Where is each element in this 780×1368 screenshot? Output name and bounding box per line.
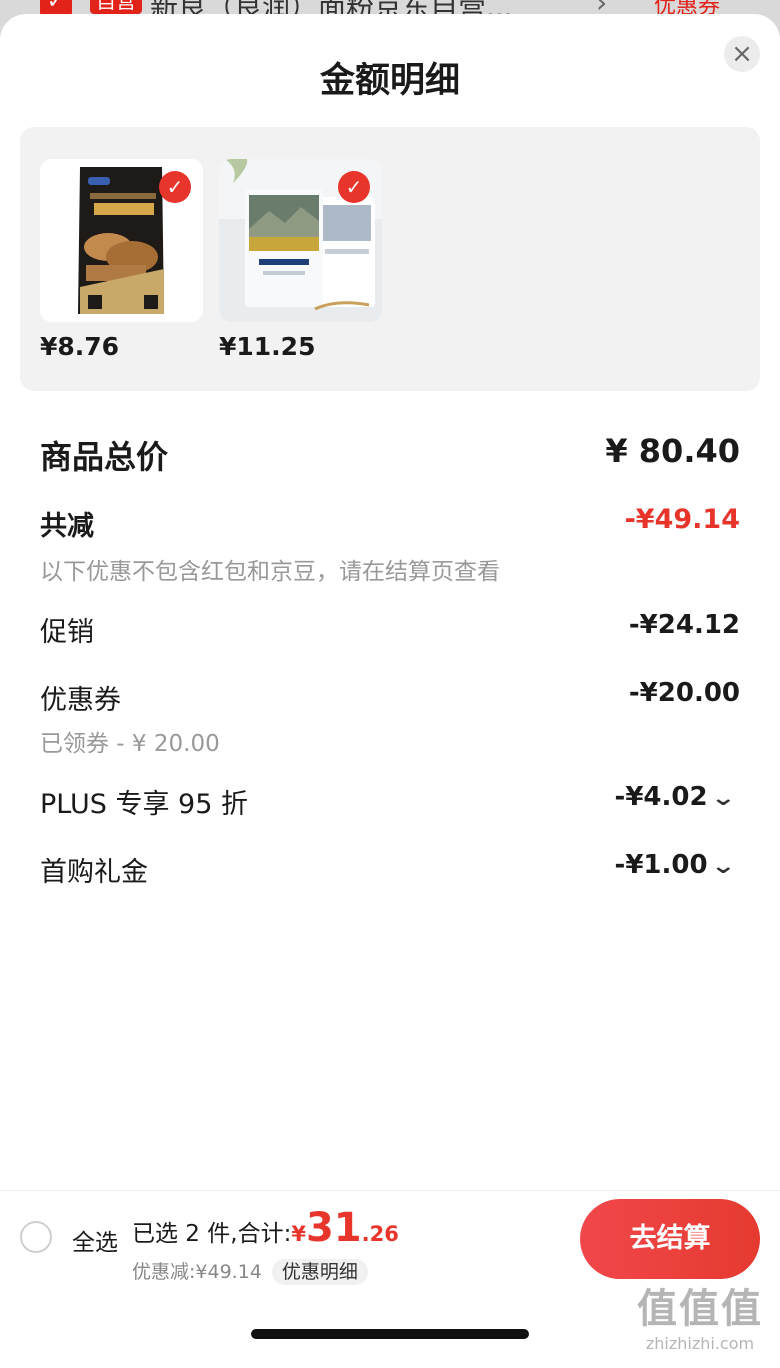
product-price: ¥8.76 [40,332,120,361]
discount-text: 优惠减:¥49.14 [132,1261,262,1283]
goods-total-label: 商品总价 [40,438,169,476]
goods-total-row: 商品总价 ¥ 80.40 [40,432,740,476]
home-indicator [251,1329,529,1339]
coupon-label: 优惠券 [40,685,121,716]
product-image: ✓ [219,159,382,322]
coupon-row: 优惠券 -¥20.00 [40,678,740,716]
checkout-button[interactable]: 去结算 [580,1199,760,1279]
goods-total-value: ¥ 80.40 [605,432,740,470]
discount-summary: 优惠减:¥49.14 优惠明细 [132,1257,368,1285]
select-all-label[interactable]: 全选 [72,1223,118,1257]
selected-check-icon[interactable]: ✓ [338,171,370,203]
product-card[interactable]: ✓ ¥8.76 [40,159,203,361]
watermark-url: zhizhizhi.com [645,1334,755,1353]
site-watermark: 值值值 zhizhizhi.com [630,1284,770,1364]
selected-count-text: 已选 2 件,合计: [132,1221,292,1247]
backdrop-self-operated-badge: 自营 [90,0,142,14]
total-amount-integer: 31 [305,1205,362,1251]
total-reduction-value: -¥49.14 [624,504,740,535]
total-reduction-label: 共减 [40,511,94,542]
promotion-label: 促销 [40,617,94,648]
chevron-down-icon[interactable]: ⌄ [710,786,736,811]
first-purchase-label: 首购礼金 [40,857,148,888]
plus-discount-value-wrap: -¥4.02 ⌄ [614,782,736,812]
discount-disclaimer: 以下优惠不包含红包和京豆，请在结算页查看 [40,559,500,585]
product-price: ¥11.25 [219,332,316,361]
first-purchase-row[interactable]: 首购礼金 -¥1.00 ⌄ [40,850,740,888]
close-icon: × [731,39,753,69]
select-all-radio[interactable] [20,1221,52,1253]
selected-summary: 已选 2 件,合计:¥31.26 [132,1205,399,1251]
selected-products-panel: ✓ ¥8.76 ✓ ¥11.25 [20,127,760,391]
close-button[interactable]: × [724,36,760,72]
plus-discount-row[interactable]: PLUS 专享 95 折 -¥4.02 ⌄ [40,782,740,820]
sheet-title: 金额明细 [319,61,460,101]
product-image: ✓ [40,159,203,322]
first-purchase-value-wrap: -¥1.00 ⌄ [614,850,736,880]
total-reduction-row: 共减 -¥49.14 [40,504,740,542]
amount-detail-sheet: 金额明细 × ✓ ¥8.76 ✓ ¥11.25 商品总价 ¥ 80.40 共减 … [0,14,780,1368]
watermark-logo: 值值值 [637,1286,763,1332]
coupon-value: -¥20.00 [628,678,740,708]
total-amount-decimal: .26 [361,1222,399,1246]
selected-check-icon[interactable]: ✓ [159,171,191,203]
promotion-value: -¥24.12 [628,610,740,640]
total-currency: ¥ [291,1222,306,1246]
chevron-down-icon[interactable]: ⌄ [710,854,736,879]
product-card[interactable]: ✓ ¥11.25 [219,159,382,361]
promotion-row: 促销 -¥24.12 [40,610,740,648]
plus-discount-value: -¥4.02 [614,782,708,812]
first-purchase-value: -¥1.00 [614,850,708,880]
discount-detail-button[interactable]: 优惠明细 [271,1259,368,1285]
coupon-claimed-note: 已领券 - ¥ 20.00 [40,731,220,757]
plus-discount-label: PLUS 专享 95 折 [40,789,248,820]
checkout-bar: 全选 已选 2 件,合计:¥31.26 优惠减:¥49.14 优惠明细 去结算 [0,1190,780,1287]
